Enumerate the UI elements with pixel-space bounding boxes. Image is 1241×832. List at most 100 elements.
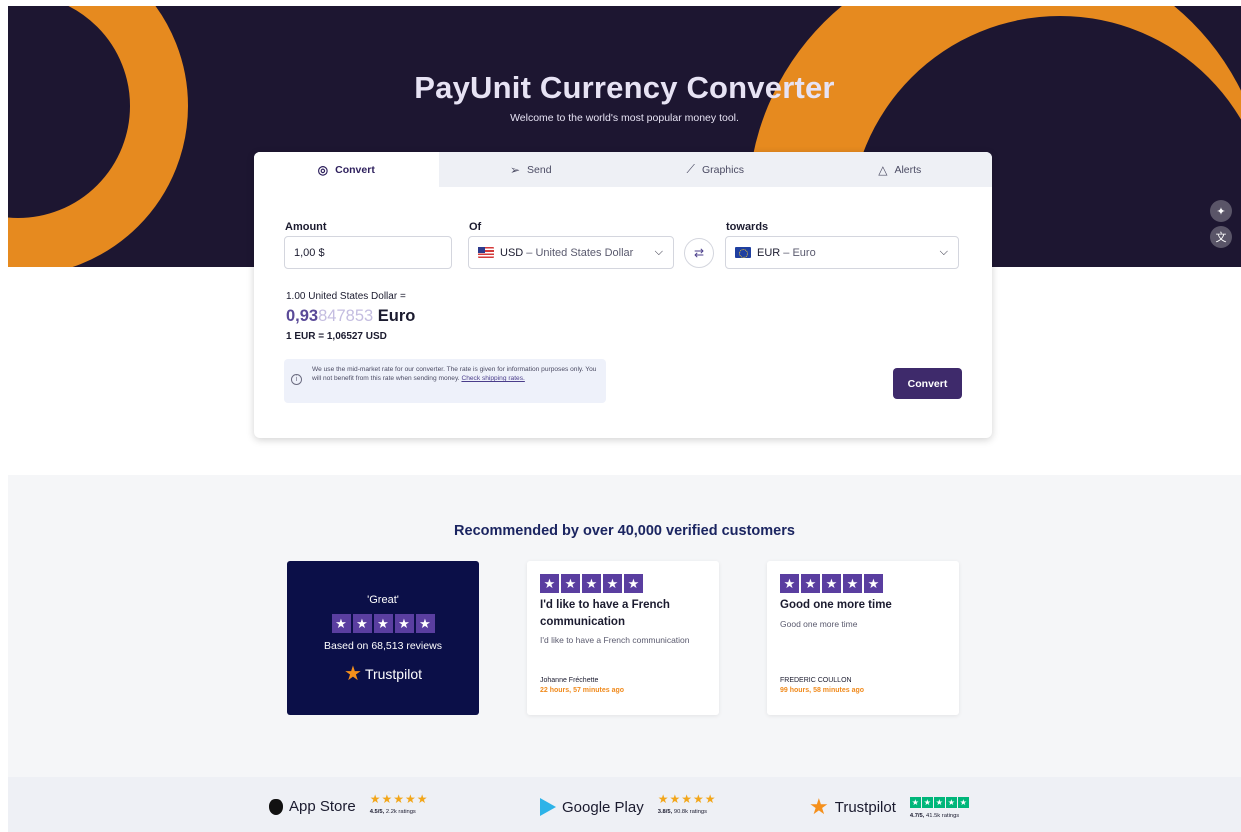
star-rating: ★ ★ ★ ★ ★ — [780, 574, 883, 593]
green-star-icon: ★ — [945, 797, 957, 808]
store-ratings-bar: App Store ★★★★★ 4.5/5, 2.2k ratings Goog… — [8, 777, 1241, 832]
chart-icon: ⟋ — [686, 162, 695, 176]
converter-tabs: ◎ Convert ➢ Send ⟋ Graphics △ Alerts — [254, 152, 992, 187]
star-icon: ★ — [415, 614, 435, 633]
result-main-digits: 0,93 — [286, 307, 319, 325]
green-star-icon: ★ — [909, 797, 921, 808]
store-rating-text: 4.7/5, 41.5k ratings — [910, 813, 969, 819]
sparkle-icon[interactable]: ✦ — [1210, 200, 1232, 222]
reviews-section: Recommended by over 40,000 verified cust… — [8, 475, 1241, 777]
store-name-wrap: App Store — [269, 798, 356, 815]
google-play-rating[interactable]: Google Play ★★★★★ 3.8/5, 90.8k ratings — [540, 792, 717, 816]
inverse-rate: 1 EUR = 1,06527 USD — [286, 331, 387, 342]
to-currency-select[interactable]: EUR – Euro ⌵ — [725, 236, 959, 269]
review-card[interactable]: ★ ★ ★ ★ ★ Good one more time Good one more t… — [767, 561, 959, 715]
from-currency-code: USD — [500, 246, 524, 259]
star-rating: ★ ★ ★ ★ ★ — [331, 614, 435, 633]
star-icon: ★ — [624, 574, 643, 593]
trustpilot-summary-card[interactable]: 'Great' ★ ★ ★ ★ ★ Based on 68,513 reviews ★ … — [287, 561, 479, 715]
result-currency: Euro — [377, 307, 416, 325]
review-author: Johanne Fréchette — [540, 677, 599, 684]
trustpilot-brand: Trustpilot — [364, 665, 422, 682]
review-time: 99 hours, 58 minutes ago — [780, 687, 865, 694]
store-name-wrap: ★ Trustpilot — [809, 794, 896, 820]
to-currency-code: EUR — [757, 246, 781, 259]
store-name: Trustpilot — [834, 798, 896, 816]
store-name: Google Play — [562, 798, 644, 816]
eu-flag-icon — [735, 247, 751, 258]
reviews-title: Recommended by over 40,000 verified cust… — [454, 523, 795, 539]
result-extra-digits: 847853 — [318, 307, 374, 325]
green-star-icon: ★ — [921, 797, 933, 808]
gold-stars-icon: ★★★★★ — [657, 792, 717, 806]
star-icon: ★ — [331, 614, 351, 633]
star-icon: ★ — [822, 574, 841, 593]
notice-text: We use the mid-market rate for our conve… — [312, 366, 597, 383]
review-body: I'd like to have a French communication — [540, 635, 690, 646]
google-play-icon — [540, 798, 556, 816]
store-name: App Store — [289, 798, 356, 815]
review-count: Based on 68,513 reviews — [324, 640, 442, 652]
store-score: 4.5/5, — [369, 809, 385, 815]
us-flag-icon — [478, 247, 494, 258]
tab-alerts[interactable]: △ Alerts — [808, 152, 993, 187]
trustpilot-star-icon: ★ — [344, 663, 362, 685]
store-stars: ★ ★ ★ ★ ★ 4.7/5, 41.5k ratings — [909, 792, 969, 819]
from-currency-select[interactable]: USD – United States Dollar ⌵ — [468, 236, 674, 269]
page-subtitle: Welcome to the world's most popular mone… — [510, 112, 739, 124]
store-stars: ★★★★★ 4.5/5, 2.2k ratings — [370, 792, 429, 815]
store-count: 41.5k ratings — [926, 813, 960, 819]
swap-icon: ⇄ — [693, 246, 705, 260]
gold-stars-icon: ★★★★★ — [369, 792, 429, 806]
from-currency-label: Of — [469, 221, 482, 233]
coins-icon: ◎ — [317, 162, 329, 177]
trustpilot-rating[interactable]: ★ Trustpilot ★ ★ ★ ★ ★ 4.7/5, 41.5k ratings — [809, 792, 969, 820]
star-icon: ★ — [843, 574, 862, 593]
star-icon: ★ — [561, 574, 580, 593]
store-name-wrap: Google Play — [540, 798, 644, 816]
store-score: 3.8/5, — [657, 809, 673, 815]
convert-button[interactable]: Convert — [893, 368, 962, 399]
store-score: 4.7/5, — [909, 813, 925, 819]
review-headline: Good one more time — [780, 599, 892, 611]
tab-label: Send — [527, 163, 552, 176]
app-store-rating[interactable]: App Store ★★★★★ 4.5/5, 2.2k ratings — [269, 792, 429, 815]
review-card[interactable]: ★ ★ ★ ★ ★ I'd like to have a French communic… — [527, 561, 719, 715]
star-icon: ★ — [864, 574, 883, 593]
to-currency-name: – Euro — [783, 246, 816, 259]
star-icon: ★ — [352, 614, 372, 633]
decor-ring-left — [8, 6, 188, 267]
tab-convert[interactable]: ◎ Convert — [254, 152, 439, 187]
tab-graphics[interactable]: ⟋ Graphics — [623, 152, 808, 187]
swap-currencies-button[interactable]: ⇄ — [684, 238, 714, 268]
tab-label: Convert — [335, 163, 375, 176]
rating-word: 'Great' — [367, 594, 399, 606]
review-headline: I'd like to have a French communication — [540, 599, 670, 628]
amount-input[interactable]: 1,00 $ — [284, 236, 452, 269]
result-amount: 0,93847853 Euro — [286, 307, 415, 326]
floating-tools: ✦ 文 — [1210, 200, 1232, 252]
green-star-icon: ★ — [933, 797, 945, 808]
green-stars-icon: ★ ★ ★ ★ ★ — [909, 797, 969, 808]
star-rating: ★ ★ ★ ★ ★ — [540, 574, 643, 593]
apple-icon — [269, 798, 283, 815]
tab-send[interactable]: ➢ Send — [439, 152, 624, 187]
result-source: 1.00 United States Dollar = — [286, 291, 406, 302]
from-currency-name: – United States Dollar — [526, 246, 634, 259]
star-icon: ★ — [603, 574, 622, 593]
shipping-rates-link[interactable]: Check shipping rates. — [461, 375, 524, 382]
amount-value: 1,00 $ — [294, 246, 325, 259]
rate-notice: i We use the mid-market rate for our con… — [284, 359, 606, 403]
to-currency-label: towards — [726, 221, 769, 233]
translate-icon[interactable]: 文 — [1210, 226, 1232, 248]
star-icon: ★ — [373, 614, 393, 633]
green-star-icon: ★ — [957, 797, 969, 808]
send-icon: ➢ — [509, 162, 521, 177]
chevron-down-icon: ⌵ — [939, 246, 948, 258]
store-rating-text: 4.5/5, 2.2k ratings — [370, 809, 429, 815]
store-count: 2.2k ratings — [385, 809, 416, 815]
review-time: 22 hours, 57 minutes ago — [540, 687, 625, 694]
page-title: PayUnit Currency Converter — [414, 70, 835, 105]
converter-card: ◎ Convert ➢ Send ⟋ Graphics △ Alerts Amo… — [254, 152, 992, 438]
review-author: FREDERIC COULLON — [780, 677, 852, 684]
